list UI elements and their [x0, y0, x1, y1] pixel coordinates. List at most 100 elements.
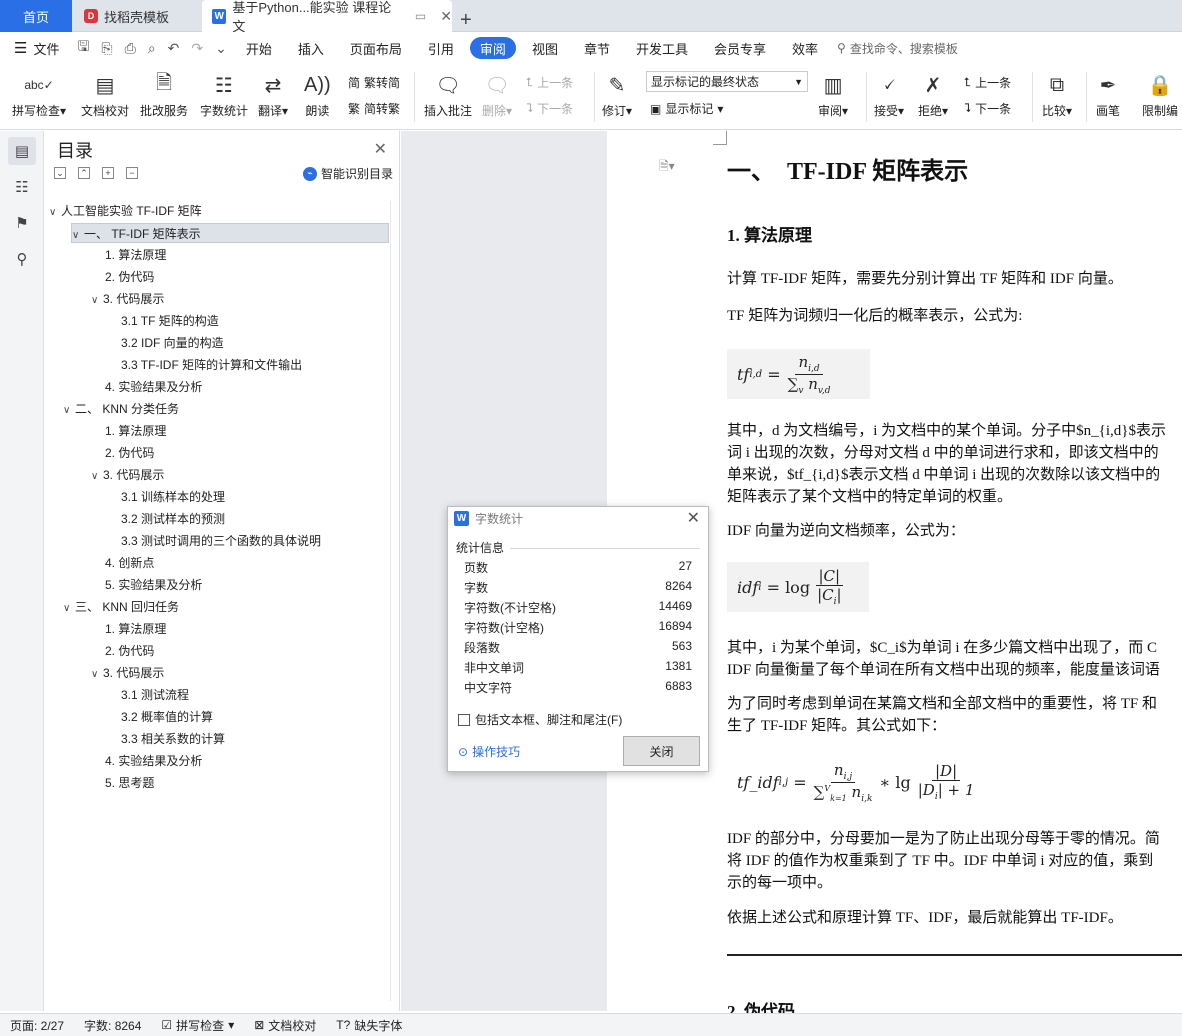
trad-to-simp-button[interactable]: 简繁转简	[348, 74, 400, 91]
accept-button[interactable]: 🗸 接受▾	[874, 70, 904, 119]
checkbox-box[interactable]	[458, 713, 470, 726]
include-textbox-checkbox[interactable]: 包括文本框、脚注和尾注(F)	[458, 711, 622, 728]
preview-icon[interactable]: ⌕	[142, 40, 162, 57]
batch-service-button[interactable]: 🗎 批改服务	[140, 70, 188, 119]
next-change-button[interactable]: ⮧ 下一条	[964, 100, 1011, 117]
window-icon[interactable]: ▭	[415, 9, 426, 23]
wordcount-button[interactable]: ☷ 字数统计	[200, 70, 248, 119]
undo-icon[interactable]: ↶	[162, 40, 186, 57]
insert-comment-button[interactable]: 🗨 插入批注	[424, 70, 472, 119]
toc-item[interactable]: 3.3 TF-IDF 矩阵的计算和文件输出	[121, 355, 302, 375]
chevron-down-icon[interactable]: ∨	[49, 203, 61, 223]
chevron-down-icon[interactable]: ∨	[91, 665, 103, 685]
read-aloud-button[interactable]: A)) 朗读	[304, 70, 331, 119]
menu-chapter[interactable]: 章节	[571, 37, 623, 59]
show-markup-button[interactable]: ▣ 显示标记 ▾	[650, 100, 723, 117]
toc-item[interactable]: ∨ 3. 代码展示	[91, 289, 164, 309]
export-icon[interactable]: ⎘	[95, 40, 118, 57]
toc-item[interactable]: 3.1 TF 矩阵的构造	[121, 311, 219, 331]
chevron-down-icon[interactable]: ∨	[91, 467, 103, 487]
tips-link[interactable]: ⊙ 操作技巧	[458, 743, 520, 760]
prev-change-button[interactable]: ⮤ 上一条	[964, 74, 1011, 91]
menu-view[interactable]: 视图	[519, 37, 571, 59]
remove-item-icon[interactable]: −	[126, 167, 138, 179]
revise-button[interactable]: ✎ 修订▾	[602, 70, 632, 119]
new-tab-icon[interactable]: +	[460, 4, 472, 36]
toc-item[interactable]: 5. 实验结果及分析	[105, 575, 202, 595]
close-icon[interactable]: ✕	[374, 139, 387, 159]
toc-item[interactable]: ∨ 3. 代码展示	[91, 663, 164, 683]
toc-item[interactable]: 2. 伪代码	[105, 443, 154, 463]
toc-item[interactable]: ∨ 人工智能实验 TF-IDF 矩阵	[49, 201, 202, 221]
page-menu-icon[interactable]: 🗎▾	[659, 157, 675, 178]
menu-member[interactable]: 会员专享	[701, 37, 779, 59]
toc-item[interactable]: 4. 创新点	[105, 553, 154, 573]
chevron-down-icon[interactable]: ∨	[72, 226, 84, 246]
command-search[interactable]: ⚲ 查找命令、搜索模板	[837, 40, 958, 57]
chevron-down-icon[interactable]: ∨	[91, 291, 103, 311]
collapse-all-icon[interactable]: ⌄	[54, 167, 66, 179]
toc-item[interactable]: 1. 算法原理	[105, 421, 166, 441]
proofread-button[interactable]: ▤ 文档校对	[81, 70, 129, 119]
simp-to-trad-button[interactable]: 繁简转繁	[348, 100, 400, 117]
menu-efficiency[interactable]: 效率	[779, 37, 831, 59]
close-tab-icon[interactable]: ✕	[440, 8, 452, 25]
print-icon[interactable]: ⎙	[119, 40, 142, 57]
status-missing-font[interactable]: T? 缺失字体	[326, 1017, 412, 1034]
pen-button[interactable]: ✒ 画笔	[1096, 70, 1120, 119]
save-icon[interactable]: 🖫	[71, 36, 95, 60]
restrict-edit-button[interactable]: 🔒 限制编	[1142, 70, 1178, 119]
toc-item[interactable]: 4. 实验结果及分析	[105, 377, 202, 397]
toc-item[interactable]: 3.3 相关系数的计算	[121, 729, 225, 749]
toc-scrollbar[interactable]	[390, 201, 398, 1001]
toc-item[interactable]: 5. 思考题	[105, 773, 154, 793]
spellcheck-button[interactable]: abc✓ 拼写检查▾	[12, 70, 66, 119]
menu-devtools[interactable]: 开发工具	[623, 37, 701, 59]
toc-item[interactable]: 2. 伪代码	[105, 267, 154, 287]
toc-item[interactable]: 3.1 测试流程	[121, 685, 189, 705]
status-spellcheck[interactable]: ☑ 拼写检查 ▾	[151, 1017, 244, 1034]
chevron-down-icon[interactable]: ∨	[63, 599, 75, 619]
search-icon[interactable]: ⚲	[8, 245, 36, 273]
toc-item[interactable]: 4. 实验结果及分析	[105, 751, 202, 771]
status-page[interactable]: 页面: 2/27	[0, 1017, 74, 1034]
status-words[interactable]: 字数: 8264	[74, 1017, 151, 1034]
chevron-down-icon[interactable]: ∨	[63, 401, 75, 421]
redo-icon[interactable]: ↷	[185, 40, 209, 57]
next-comment-button[interactable]: ⮧ 下一条	[526, 100, 573, 117]
file-menu[interactable]: 文件	[27, 39, 71, 58]
toc-item[interactable]: ∨ 一、 TF-IDF 矩阵表示	[71, 223, 389, 243]
toc-item[interactable]: 1. 算法原理	[105, 619, 166, 639]
toc-item[interactable]: 3.3 测试时调用的三个函数的具体说明	[121, 531, 321, 551]
toc-item[interactable]: ∨ 三、 KNN 回归任务	[63, 597, 179, 617]
menu-layout[interactable]: 页面布局	[337, 37, 415, 59]
expand-up-icon[interactable]: ⌃	[78, 167, 90, 179]
smart-toc-button[interactable]: ⌁ 智能识别目录	[302, 165, 393, 182]
menu-insert[interactable]: 插入	[285, 37, 337, 59]
toc-item[interactable]: ∨ 3. 代码展示	[91, 465, 164, 485]
tab-template[interactable]: D 找稻壳模板	[74, 0, 198, 32]
dialog-titlebar[interactable]: W 字数统计	[448, 507, 708, 529]
toc-item[interactable]: 2. 伪代码	[105, 641, 154, 661]
bookmark-icon[interactable]: ⚑	[8, 209, 36, 237]
close-icon[interactable]: ✕	[687, 508, 700, 528]
toc-panel-icon[interactable]: ▤	[8, 137, 36, 165]
markup-state-select[interactable]: 显示标记的最终状态 ▼	[646, 71, 808, 92]
menu-review[interactable]: 审阅	[469, 37, 516, 59]
toc-item[interactable]: 1. 算法原理	[105, 245, 166, 265]
menu-start[interactable]: 开始	[233, 37, 285, 59]
toc-item[interactable]: 3.2 IDF 向量的构造	[121, 333, 224, 353]
delete-comment-button[interactable]: 🗨 删除▾	[482, 70, 512, 119]
toc-item[interactable]: 3.1 训练样本的处理	[121, 487, 225, 507]
review-pane-button[interactable]: ▥ 审阅▾	[818, 70, 848, 119]
toc-item[interactable]: 3.2 测试样本的预测	[121, 509, 225, 529]
toc-item[interactable]: ∨ 二、 KNN 分类任务	[63, 399, 179, 419]
more-icon[interactable]: ⌄	[209, 40, 233, 57]
toc-item[interactable]: 3.2 概率值的计算	[121, 707, 213, 727]
tab-home[interactable]: 首页	[0, 0, 72, 32]
menu-reference[interactable]: 引用	[415, 37, 467, 59]
chapter-nav-icon[interactable]: ☷	[8, 173, 36, 201]
translate-button[interactable]: ⇄ 翻译▾	[258, 70, 288, 119]
reject-button[interactable]: ✗ 拒绝▾	[918, 70, 948, 119]
tab-document[interactable]: W 基于Python...能实验 课程论文 ▭ ✕	[202, 0, 452, 34]
